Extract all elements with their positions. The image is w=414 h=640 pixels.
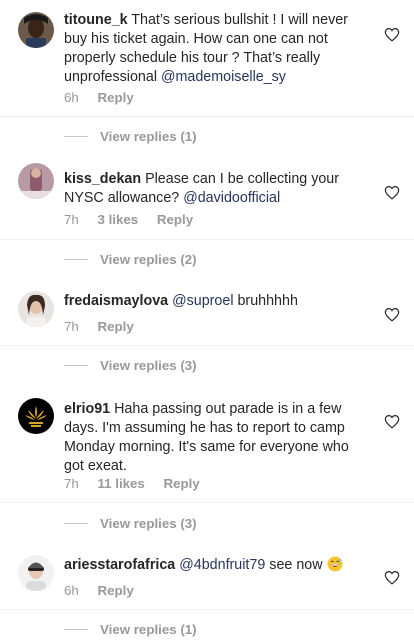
comment-username[interactable]: fredaismaylova (64, 293, 168, 309)
heart-outline-icon[interactable] (384, 27, 400, 42)
comment-mention[interactable]: @4bdnfruit79 (179, 557, 265, 573)
comment-meta: 6h Reply (64, 583, 149, 598)
view-replies-button[interactable]: View replies (1) (64, 622, 197, 637)
divider (0, 116, 414, 117)
replies-line (64, 629, 88, 630)
heart-outline-icon[interactable] (384, 307, 400, 322)
avatar[interactable] (18, 163, 54, 199)
reply-button[interactable]: Reply (98, 319, 134, 334)
view-replies-label: View replies (1) (100, 129, 197, 144)
divider (0, 345, 414, 346)
comment-mention[interactable]: @davidoofficial (183, 190, 280, 206)
view-replies-label: View replies (3) (100, 516, 197, 531)
comment-username[interactable]: ariesstarofafrica (64, 557, 175, 573)
reply-button[interactable]: Reply (98, 583, 134, 598)
grinning-sweat-emoji (327, 556, 343, 572)
divider (0, 609, 414, 610)
divider (0, 239, 414, 240)
reply-button[interactable]: Reply (157, 212, 193, 227)
comment-time: 7h (64, 319, 79, 334)
avatar[interactable] (18, 555, 54, 591)
comment-likes[interactable]: 11 likes (98, 476, 145, 491)
comment-text: see now (269, 557, 323, 573)
avatar[interactable] (18, 12, 54, 48)
comment-mention[interactable]: @suproel (172, 293, 233, 309)
view-replies-label: View replies (3) (100, 358, 197, 373)
view-replies-label: View replies (2) (100, 252, 197, 267)
replies-line (64, 365, 88, 366)
heart-outline-icon[interactable] (384, 185, 400, 200)
replies-line (64, 259, 88, 260)
replies-line (64, 136, 88, 137)
avatar[interactable] (18, 398, 54, 434)
comment-meta: 7h Reply (64, 319, 149, 334)
reply-button[interactable]: Reply (98, 90, 134, 105)
comment-mention[interactable]: @mademoiselle_sy (161, 69, 286, 85)
heart-outline-icon[interactable] (384, 414, 400, 429)
reply-button[interactable]: Reply (164, 476, 200, 491)
view-replies-label: View replies (1) (100, 622, 197, 637)
comment-time: 6h (64, 583, 79, 598)
comment-username[interactable]: titoune_k (64, 12, 128, 28)
comment-time: 7h (64, 476, 79, 491)
replies-line (64, 523, 88, 524)
divider (0, 502, 414, 503)
heart-outline-icon[interactable] (384, 570, 400, 585)
comment-meta: 7h 11 likes Reply (64, 476, 215, 491)
comment-username[interactable]: kiss_dekan (64, 171, 141, 187)
view-replies-button[interactable]: View replies (1) (64, 129, 197, 144)
comment-meta: 6h Reply (64, 90, 149, 105)
comment-time: 7h (64, 212, 79, 227)
comment-username[interactable]: elrio91 (64, 401, 110, 417)
comment-likes[interactable]: 3 likes (98, 212, 139, 227)
comments-list: titoune_k That’s serious bullshit ! I wi… (0, 0, 414, 640)
view-replies-button[interactable]: View replies (3) (64, 516, 197, 531)
view-replies-button[interactable]: View replies (3) (64, 358, 197, 373)
view-replies-button[interactable]: View replies (2) (64, 252, 197, 267)
comment-time: 6h (64, 90, 79, 105)
avatar[interactable] (18, 291, 54, 327)
comment-text: bruhhhhh (237, 293, 298, 309)
comment-meta: 7h 3 likes Reply (64, 212, 208, 227)
